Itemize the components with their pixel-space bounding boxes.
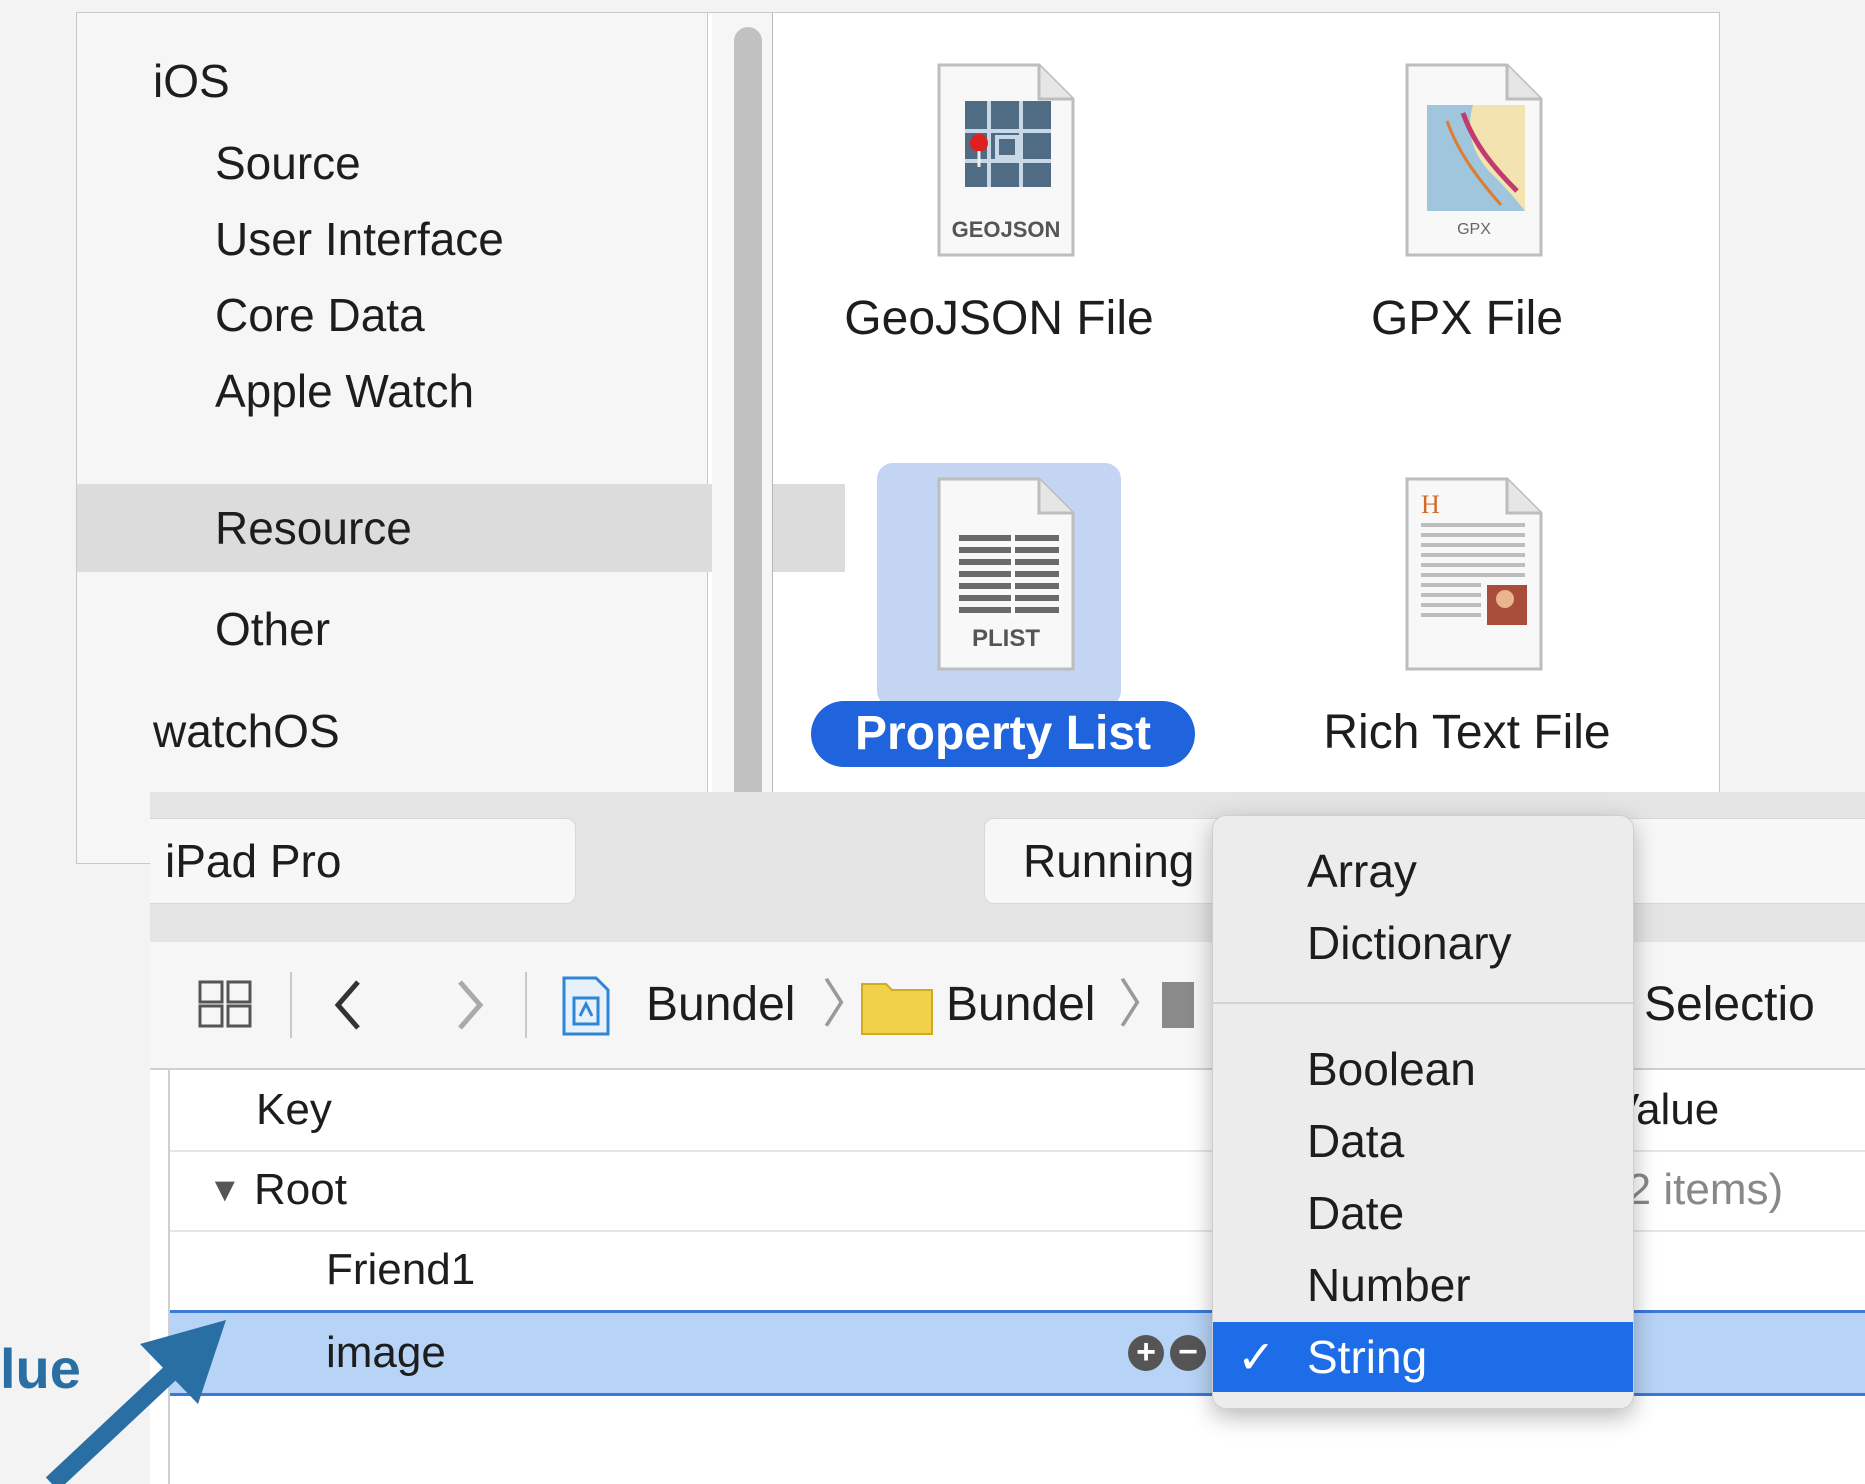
callout-arrow-icon <box>45 1320 226 1484</box>
forward-button[interactable] <box>450 942 490 1068</box>
template-label: Rich Text File <box>1323 706 1611 759</box>
template-gpx-file[interactable]: GPX GPX File <box>1267 61 1667 421</box>
plist-small-icon <box>1158 942 1198 1068</box>
device-name: iPad Pro <box>165 835 342 887</box>
menu-item-array[interactable]: Array <box>1213 836 1633 906</box>
sidebar-item-label: Resource <box>215 502 412 554</box>
status-text: Running <box>1023 835 1195 887</box>
row-key: Root <box>254 1165 347 1214</box>
type-popup-menu: Array Dictionary Boolean Data Date Numbe… <box>1212 815 1634 1409</box>
project-file-icon <box>558 942 614 1068</box>
template-geojson-file[interactable]: GEOJSON GeoJSON File <box>799 61 1199 421</box>
menu-separator <box>1213 1002 1633 1004</box>
breadcrumb-label: Bundel <box>646 978 796 1031</box>
sidebar-item-label: Apple Watch <box>215 365 475 417</box>
sidebar-item-label: iOS <box>153 55 230 107</box>
template-property-list[interactable]: PLIST Property List <box>799 463 1199 835</box>
geojson-file-icon: GEOJSON <box>909 61 1089 261</box>
scheme-device-selector[interactable]: iPad Pro <box>150 818 576 904</box>
checkmark-icon: ✓ <box>1237 1331 1276 1383</box>
menu-item-label: Date <box>1307 1187 1405 1239</box>
icon-caption: GPX <box>1457 221 1491 238</box>
row-key: image <box>326 1328 446 1377</box>
template-category-sidebar: iOS Source User Interface Core Data Appl… <box>77 13 845 863</box>
breadcrumb-label: o Selectio <box>1604 978 1815 1031</box>
divider <box>290 972 292 1038</box>
menu-item-label: String <box>1307 1331 1428 1383</box>
row-value: (2 items) <box>1612 1165 1784 1214</box>
menu-item-boolean[interactable]: Boolean <box>1213 1034 1633 1104</box>
sidebar-item-label: Other <box>215 603 331 655</box>
menu-item-label: Dictionary <box>1307 917 1512 969</box>
menu-item-label: Number <box>1307 1259 1471 1311</box>
menu-item-string[interactable]: ✓ String <box>1213 1322 1633 1392</box>
menu-item-label: Boolean <box>1307 1043 1476 1095</box>
menu-item-label: Array <box>1307 845 1417 897</box>
folder-icon <box>860 942 934 1068</box>
disclosure-triangle-icon[interactable]: ▼ <box>208 1150 242 1230</box>
divider <box>525 972 527 1038</box>
template-label: Property List <box>811 701 1195 767</box>
sidebar-item-ios[interactable]: iOS <box>77 37 783 125</box>
column-header-key[interactable]: Key <box>256 1070 332 1150</box>
menu-item-dictionary[interactable]: Dictionary <box>1213 908 1633 978</box>
sidebar-item-label: User Interface <box>215 213 504 265</box>
gpx-file-icon: GPX <box>1377 61 1557 261</box>
breadcrumb-label: Bundel <box>946 978 1096 1031</box>
scrollbar-thumb[interactable] <box>734 27 762 863</box>
template-chooser-window: iOS Source User Interface Core Data Appl… <box>76 12 1720 864</box>
menu-item-date[interactable]: Date <box>1213 1178 1633 1248</box>
sidebar-item-label: watchOS <box>153 705 340 757</box>
template-rich-text-file[interactable]: H Rich Text File <box>1267 475 1667 835</box>
plist-file-icon: PLIST <box>909 475 1089 675</box>
sidebar-scrollbar[interactable] <box>712 13 773 863</box>
icon-caption: PLIST <box>971 625 1040 652</box>
sidebar-item-label: Source <box>215 137 361 189</box>
rtf-file-icon: H <box>1377 475 1557 675</box>
row-key: Friend1 <box>326 1245 476 1294</box>
remove-item-icon[interactable]: − <box>1170 1335 1206 1371</box>
sidebar-item-watchos[interactable]: watchOS <box>77 687 783 775</box>
breadcrumb-project[interactable]: Bundel <box>646 942 795 1068</box>
breadcrumb-group[interactable]: Bundel <box>946 942 1095 1068</box>
menu-item-data[interactable]: Data <box>1213 1106 1633 1176</box>
related-items-icon[interactable] <box>196 942 256 1068</box>
back-button[interactable] <box>328 942 368 1068</box>
template-label: GPX File <box>1370 292 1564 345</box>
icon-caption: GEOJSON <box>951 217 1061 242</box>
svg-text:H: H <box>1421 490 1440 519</box>
add-item-icon[interactable]: + <box>1128 1335 1164 1371</box>
sidebar-item-label: Core Data <box>215 289 425 341</box>
template-label: GeoJSON File <box>844 292 1154 345</box>
menu-item-label: Data <box>1307 1115 1405 1167</box>
menu-item-number[interactable]: Number <box>1213 1250 1633 1320</box>
breadcrumb-no-selection[interactable]: o Selectio <box>1604 942 1815 1068</box>
